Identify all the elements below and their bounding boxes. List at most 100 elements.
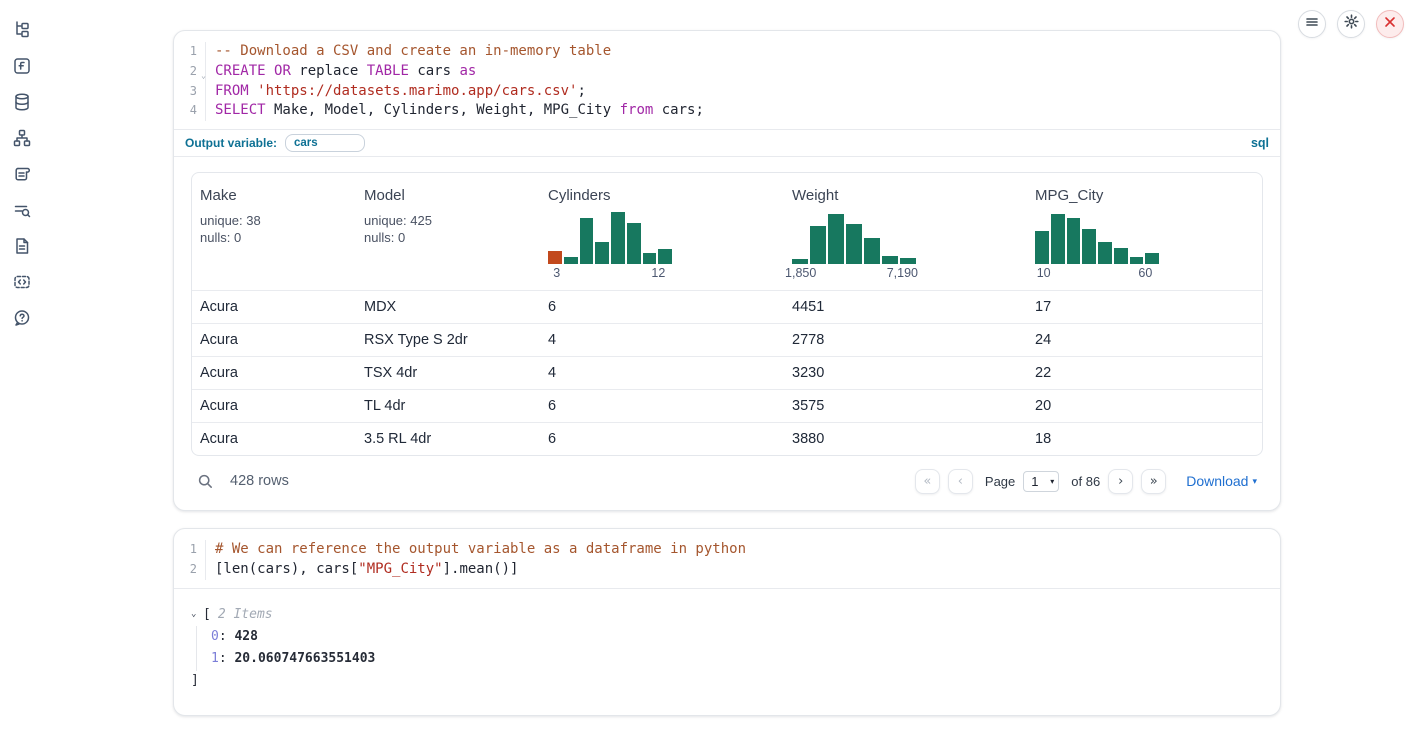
shutdown-button[interactable] [1376, 10, 1404, 38]
sidebar-item-datasources[interactable] [10, 92, 34, 116]
code-text: # We can reference the output variable a… [205, 540, 746, 560]
sidebar-item-functions[interactable] [10, 56, 34, 80]
help-icon [12, 308, 32, 333]
notebook-actions [1298, 10, 1404, 38]
histogram-axis: 312 [548, 266, 672, 282]
column-header[interactable]: MPG_City1060 [1027, 173, 1262, 290]
table-row[interactable]: AcuraTL 4dr6357520 [192, 389, 1262, 422]
histogram-bar [1098, 242, 1112, 264]
table-row[interactable]: Acura3.5 RL 4dr6388018 [192, 422, 1262, 455]
column-header[interactable]: Modelunique: 425nulls: 0 [356, 173, 540, 290]
sql-output-section: Make unique: 38nulls: 0Modelunique: 425nu… [174, 156, 1280, 510]
table-cell: TSX 4dr [356, 357, 540, 389]
column-header[interactable]: Weight1,8507,190 [784, 173, 1027, 290]
histogram-axis: 1060 [1035, 266, 1159, 282]
code-text: SELECT Make, Model, Cylinders, Weight, M… [205, 101, 704, 121]
output-variable-input[interactable] [285, 134, 365, 152]
hamburger-menu-icon [1305, 15, 1319, 34]
table-cell: 20 [1027, 390, 1262, 422]
collapse-icon[interactable]: ⌄ [191, 609, 203, 619]
open-bracket: [ [203, 607, 211, 622]
table-row[interactable]: AcuraMDX6445117 [192, 290, 1262, 323]
table-cell: 4 [540, 357, 784, 389]
code-text: CREATE OR replace TABLE cars as [205, 62, 476, 82]
gear-icon [1344, 14, 1359, 34]
line-number: 4 [174, 101, 205, 121]
column-stats: unique: 425nulls: 0 [364, 213, 532, 247]
page-label: Page [985, 474, 1015, 489]
table-cell: 18 [1027, 423, 1262, 455]
histogram-bar [611, 212, 625, 264]
sidebar-item-help[interactable] [10, 308, 34, 332]
cell-python: 1# We can reference the output variable … [173, 528, 1281, 716]
column-header[interactable]: Cylinders312 [540, 173, 784, 290]
sidebar-item-file-explorer[interactable] [10, 20, 34, 44]
table-row[interactable]: AcuraRSX Type S 2dr4277824 [192, 323, 1262, 356]
download-button[interactable]: Download ▾ [1186, 473, 1257, 489]
histogram-bar [564, 257, 578, 264]
tree-entry: 1: 20.060747663551403 [211, 648, 1263, 671]
sidebar-item-dependency-graph[interactable] [10, 128, 34, 152]
histogram-bar [900, 258, 916, 264]
code-text: FROM 'https://datasets.marimo.app/cars.c… [205, 82, 586, 102]
table-cell: MDX [356, 291, 540, 323]
sidebar-item-snippets[interactable] [10, 272, 34, 296]
column-stats: unique: 38nulls: 0 [200, 213, 348, 247]
histogram-bar [864, 238, 880, 264]
python-output-section: ⌄ [ 2 Items 0: 4281: 20.060747663551403 … [174, 588, 1280, 715]
table-cell: 6 [540, 423, 784, 455]
menu-button[interactable] [1298, 10, 1326, 38]
tree-entry: 0: 428 [211, 626, 1263, 649]
table-cell: RSX Type S 2dr [356, 324, 540, 356]
chevron-down-icon: ▾ [1252, 476, 1257, 487]
table-cell: 24 [1027, 324, 1262, 356]
column-header[interactable]: Make unique: 38nulls: 0 [192, 173, 356, 290]
sql-code-editor[interactable]: 1-- Download a CSV and create an in-memo… [174, 31, 1280, 129]
output-variable-label: Output variable: [185, 136, 277, 150]
code-text: [len(cars), cars["MPG_City"].mean()] [205, 560, 518, 580]
table-cell: 22 [1027, 357, 1262, 389]
chevron-down-icon: ▾ [1050, 477, 1054, 486]
sidebar-item-scratchpad[interactable] [10, 164, 34, 188]
page-select[interactable]: 1 ▾ [1023, 471, 1059, 492]
code-line: 1-- Download a CSV and create an in-memo… [174, 42, 1280, 62]
table-row[interactable]: AcuraTSX 4dr4323022 [192, 356, 1262, 389]
last-page-button[interactable]: » [1141, 469, 1166, 494]
histogram-bar [580, 218, 594, 264]
table-cell: 3575 [784, 390, 1027, 422]
search-icon[interactable] [197, 473, 214, 490]
table-body: AcuraMDX6445117AcuraRSX Type S 2dr427782… [192, 290, 1262, 455]
python-code-editor[interactable]: 1# We can reference the output variable … [174, 529, 1280, 588]
line-number: 1 [174, 540, 205, 560]
sidebar-item-documentation[interactable] [10, 236, 34, 260]
close-icon [1384, 15, 1396, 33]
first-page-button[interactable]: « [915, 469, 940, 494]
document-icon [12, 236, 32, 261]
table-footer: 428 rows « ‹ Page 1 ▾ of 86 › » Download… [191, 466, 1263, 496]
settings-button[interactable] [1337, 10, 1365, 38]
line-number: 2 [174, 560, 205, 580]
list-search-icon [12, 200, 32, 225]
prev-page-button[interactable]: ‹ [948, 469, 973, 494]
graph-icon [12, 128, 32, 153]
column-histogram[interactable] [792, 212, 916, 264]
histogram-bar [792, 259, 808, 264]
next-page-button[interactable]: › [1108, 469, 1133, 494]
column-name: Weight [792, 187, 1019, 204]
table-cell: Acura [192, 291, 356, 323]
table-cell: Acura [192, 324, 356, 356]
cell-sql: 1-- Download a CSV and create an in-memo… [173, 30, 1281, 511]
table-cell: Acura [192, 357, 356, 389]
table-cell: 17 [1027, 291, 1262, 323]
sidebar-item-logs[interactable] [10, 200, 34, 224]
column-histogram[interactable] [1035, 212, 1159, 264]
language-badge[interactable]: sql [1251, 136, 1269, 150]
table-cell: 6 [540, 390, 784, 422]
code-line: 3FROM 'https://datasets.marimo.app/cars.… [174, 82, 1280, 102]
column-histogram[interactable] [548, 212, 672, 264]
row-count: 428 rows [230, 473, 289, 489]
table-cell: 3880 [784, 423, 1027, 455]
column-name: Make [200, 187, 348, 204]
histogram-bar [658, 249, 672, 265]
histogram-bar [595, 242, 609, 264]
